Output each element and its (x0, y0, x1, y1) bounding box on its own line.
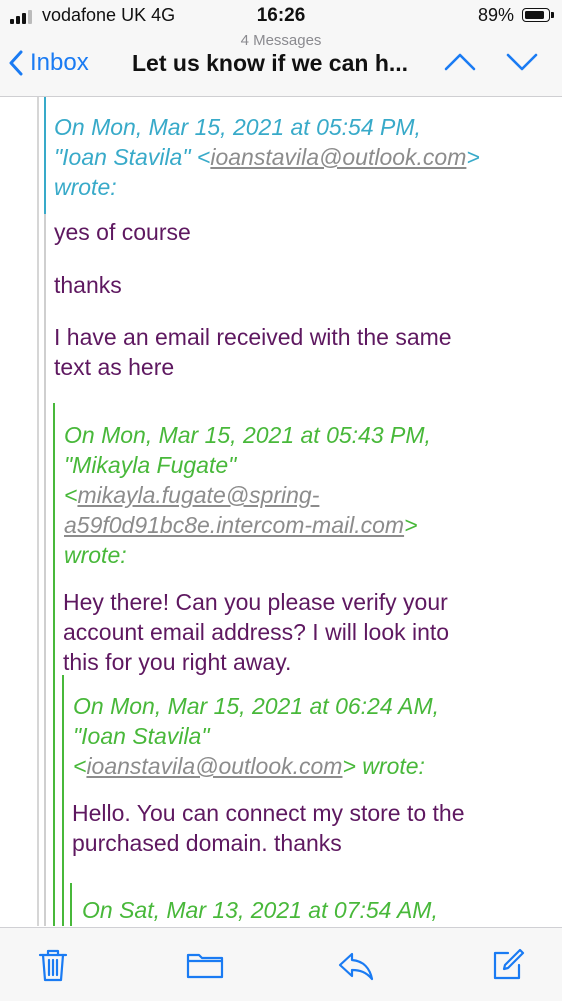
quote-header-1: On Mon, Mar 15, 2021 at 05:54 PM, "Ioan … (54, 112, 544, 202)
move-to-folder-button[interactable] (186, 951, 224, 984)
quote-header-2-line-2: "Mikayla Fugate" (64, 452, 237, 478)
quote-bar-outer (37, 97, 39, 926)
quote-header-1-line-2: "Ioan Stavila" <ioanstavila@outlook.com> (54, 142, 544, 172)
quote-header-2-line-4: a59f0d91bc8e.intercom-mail.com> (64, 510, 534, 540)
back-to-inbox-button[interactable]: Inbox (8, 46, 89, 80)
chevron-down-icon (506, 53, 538, 71)
reply-2-line-3: this for you right away. (63, 649, 292, 675)
reply-1-line-3: I have an email received with the same (54, 324, 452, 350)
angle-open-2: < (64, 482, 78, 508)
reply-1-line-1: yes of course (54, 219, 191, 245)
quote-header-3: On Mon, Mar 15, 2021 at 06:24 AM, "Ioan … (73, 691, 543, 781)
previous-message-button[interactable] (443, 50, 477, 79)
quote-header-2: On Mon, Mar 15, 2021 at 05:43 PM, "Mikay… (64, 420, 534, 570)
quote-header-3-line-3: <ioanstavila@outlook.com> wrote: (73, 751, 543, 781)
angle-open-3: < (73, 753, 87, 779)
quote-header-4-line-1: On Sat, Mar 13, 2021 at 07:54 AM, (82, 897, 438, 923)
chevron-left-icon (9, 50, 23, 76)
folder-icon (186, 953, 224, 979)
bottom-toolbar (0, 927, 562, 1001)
email-thread-body: On Mon, Mar 15, 2021 at 05:54 PM, "Ioan … (0, 97, 562, 926)
reply-3-line-1: Hello. You can connect my store to the (72, 800, 465, 826)
reply-button[interactable] (336, 950, 376, 987)
quote-header-2-line-5: wrote: (64, 542, 127, 568)
sender-email-link-2a[interactable]: mikayla.fugate@spring- (77, 482, 319, 508)
reply-icon (338, 952, 374, 981)
reply-3-line-2: purchased domain. thanks (72, 830, 342, 856)
quote-bar-1-ext (44, 214, 46, 926)
thread-subject: Let us know if we can h... (132, 50, 409, 76)
reply-2-line-2: account email address? I will look into (63, 619, 450, 645)
compose-icon (493, 948, 525, 980)
sender-email-link-1[interactable]: ioanstavila@outlook.com (210, 144, 466, 170)
quote-header-1-line-3: wrote: (54, 174, 117, 200)
sender-email-link-3[interactable]: ioanstavila@outlook.com (86, 753, 342, 779)
quote-header-1-line-1: On Mon, Mar 15, 2021 at 05:54 PM, (54, 114, 421, 140)
sender-name-1: "Ioan Stavila" < (54, 144, 211, 170)
status-bar: vodafone UK 4G 16:26 89% (0, 0, 562, 32)
reply-1-line-2: thanks (54, 272, 122, 298)
quote-bar-1 (44, 97, 46, 214)
quote-header-2-line-1: On Mon, Mar 15, 2021 at 05:43 PM, (64, 422, 431, 448)
battery-cap (551, 12, 554, 18)
compose-button[interactable] (491, 947, 525, 986)
reply-2-line-1: Hey there! Can you please verify your (63, 589, 448, 615)
angle-close-1: > (466, 144, 480, 170)
navigation-bar: 4 Messages Inbox Let us know if we can h… (0, 32, 562, 97)
reply-1-line-4: text as here (54, 354, 175, 380)
quote-bar-3 (62, 675, 64, 926)
battery-percent: 89% (477, 5, 514, 25)
next-message-button[interactable] (505, 50, 539, 79)
battery-icon (522, 8, 550, 22)
quote-bar-2 (53, 403, 55, 926)
quote-bar-4 (70, 883, 72, 926)
quote-header-2-line-3: <mikayla.fugate@spring- (64, 480, 534, 510)
angle-close-3: > wrote: (342, 753, 425, 779)
trash-icon (38, 949, 68, 982)
battery-level-fill (525, 11, 544, 19)
trash-button[interactable] (37, 948, 69, 987)
quote-header-3-line-2: "Ioan Stavila" (73, 723, 210, 749)
chevron-up-icon (444, 53, 476, 71)
angle-close-2: > (404, 512, 418, 538)
sender-email-link-2b[interactable]: a59f0d91bc8e.intercom-mail.com (64, 512, 404, 538)
quote-header-3-line-1: On Mon, Mar 15, 2021 at 06:24 AM, (73, 693, 440, 719)
back-button-label: Inbox (30, 49, 89, 76)
quote-header-4: On Sat, Mar 13, 2021 at 07:54 AM, (82, 895, 542, 925)
